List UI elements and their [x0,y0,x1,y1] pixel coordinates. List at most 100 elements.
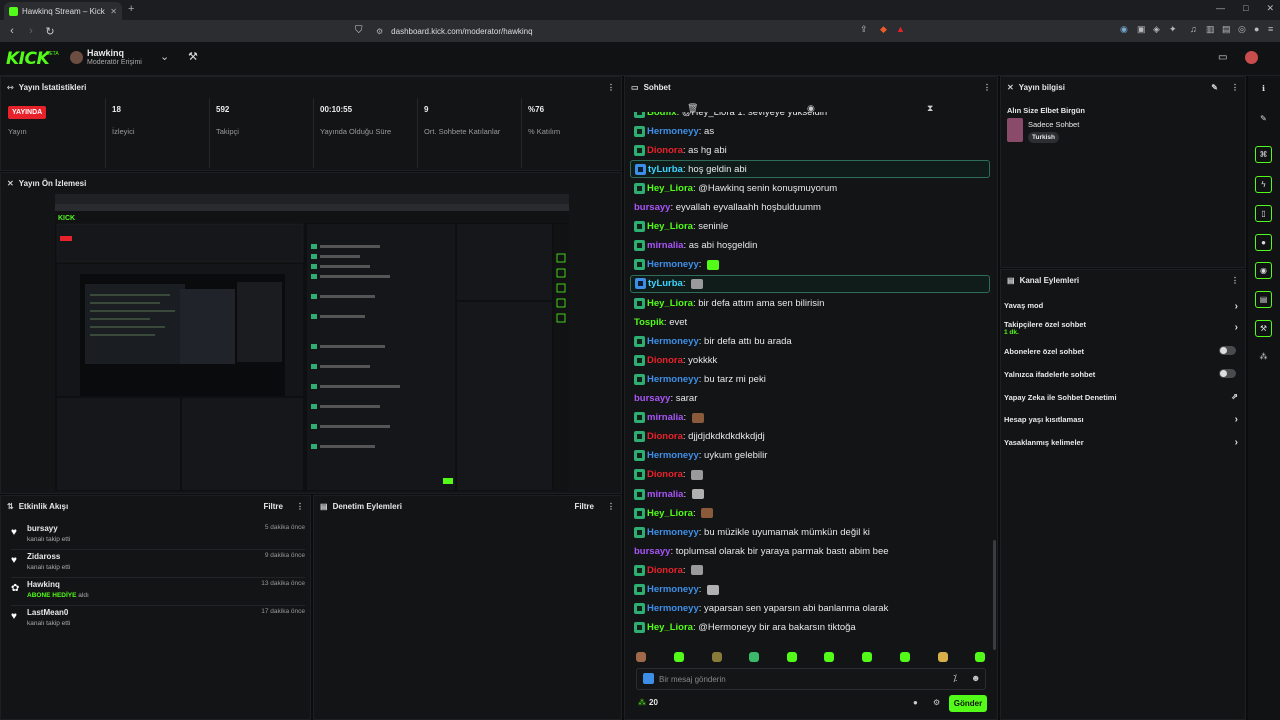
chat-username[interactable]: mirnalia [647,489,683,500]
followers-only-row[interactable]: Takipçilere özel sohbet 1 dk. › [1004,319,1240,339]
site-info-icon[interactable]: ⚙ [376,27,383,36]
user-avatar[interactable] [1245,51,1258,64]
chat-message[interactable]: Dionora: [634,466,704,484]
share-icon[interactable]: ⇪ [860,24,868,35]
lightning-icon[interactable]: ϟ [1255,176,1272,193]
chat-message[interactable]: Hey_Liora: [634,504,714,522]
stream-preview-video[interactable]: KICK [55,194,569,491]
layout-icon[interactable]: ▭ [1218,52,1227,63]
activity-filter-button[interactable]: Filtre [263,502,283,511]
chat-message[interactable]: Tospik: evet [634,313,687,331]
chat-message[interactable]: Hermoneyy: [634,256,720,274]
rewards-icon[interactable]: ▲ [896,24,905,34]
emote-3[interactable] [712,652,722,662]
chat-username[interactable]: bursayy [634,546,670,557]
chat-message[interactable]: Hey_Liora: seninle [634,218,728,236]
ai-moderation-row[interactable]: Yapay Zeka ile Sohbet Denetimi ⇗ [1004,389,1240,409]
chat-username[interactable]: Hermoneyy [647,336,699,347]
chat-rules-icon[interactable]: ● [913,698,918,707]
banned-words-row[interactable]: Yasaklanmış kelimeler › [1004,434,1240,454]
activity-more-icon[interactable]: ⋮ [296,502,304,511]
chat-username[interactable]: Dionora [647,431,683,442]
chat-username[interactable]: tyLurba [648,278,683,289]
chat-message[interactable]: Dionora: [634,561,704,579]
slow-mode-row[interactable]: Yavaş mod › [1004,298,1240,318]
chat-emote-icon[interactable] [691,412,704,423]
chat-username[interactable]: Hermoneyy [647,603,699,614]
emote-only-toggle[interactable] [1219,369,1236,378]
chat-input-box[interactable]: ⁒ ☻ [636,668,986,690]
emote-5[interactable] [787,652,797,662]
chat-emote-icon[interactable] [691,489,704,499]
edit-pencil-icon[interactable]: ✎ [1255,110,1272,127]
chat-scrollbar[interactable] [993,540,996,650]
chat-username[interactable]: mirnalia [647,240,683,251]
chat-message[interactable]: Dionora: as hg abi [634,141,727,159]
chat-username[interactable]: Dionora [647,565,683,576]
chat-username[interactable]: Hermoneyy [647,584,699,595]
chat-message[interactable]: bursayy: toplumsal olarak bir yaraya par… [634,542,889,560]
chat-username[interactable]: Hermoneyy [647,374,699,385]
edit-pencil-icon[interactable]: ✎ [1211,83,1218,92]
chat-message[interactable]: mirnalia: [634,409,704,427]
chat-message-input[interactable] [659,673,939,686]
emoji-icon[interactable]: ☻ [971,673,980,683]
chat-emote-icon[interactable] [691,469,704,480]
emote-10[interactable] [975,652,985,662]
chat-message[interactable]: Dionora: yokkkk [634,351,717,369]
chat-message[interactable]: bursayy: sarar [634,390,697,408]
back-icon[interactable]: ‹ [5,25,19,37]
chat-username[interactable]: tyLurba [648,164,683,175]
close-tab-icon[interactable]: ✕ [110,7,117,16]
stats-more-icon[interactable]: ⋮ [607,83,615,92]
chat-emote-icon[interactable] [691,278,704,289]
brave-shield-icon[interactable]: ◆ [880,24,887,35]
vpn-icon[interactable]: ◎ [1238,24,1246,35]
chat-username[interactable]: Hey_Liora [647,622,693,633]
chat-emote-icon[interactable] [707,259,720,270]
chat-message[interactable]: Hermoneyy: bir defa attı bu arada [634,332,792,350]
stream-info-more-icon[interactable]: ⋮ [1231,83,1239,92]
chat-username[interactable]: Dionora [647,145,683,156]
close-window-button[interactable]: ✕ [1266,3,1274,14]
emote-2[interactable] [674,652,684,662]
browser-tab[interactable]: Hawkinq Stream – Kick Dashb… ✕ [4,2,122,20]
bookmark-icon[interactable]: ⛉ [355,25,363,36]
chat-emote-icon[interactable] [707,584,720,595]
channel-switch-chevron-down-icon[interactable]: ⌄ [160,50,169,63]
wallet-icon[interactable]: ▤ [1222,24,1231,35]
chat-username[interactable]: mirnalia [647,412,683,423]
chat-message[interactable]: tyLurba: hoş geldin abi [630,160,990,179]
chat-username[interactable]: Dionora [647,355,683,366]
channel-points[interactable]: 20 [649,698,658,707]
emote-8[interactable] [900,652,910,662]
emote-4[interactable] [749,652,759,662]
chat-username[interactable]: Bodfix [647,112,677,118]
send-button[interactable]: Gönder [949,695,987,712]
chat-message[interactable]: Hermoneyy: bu müzikle uyumamak mümkün de… [634,523,870,541]
chat-message[interactable]: Hermoneyy: yaparsan sen yaparsın abi ban… [634,600,888,618]
chat-username[interactable]: Hey_Liora [647,508,693,519]
minimize-button[interactable]: — [1216,3,1225,14]
emote-7[interactable] [862,652,872,662]
menu-icon[interactable]: ≡ [1268,24,1273,34]
tool-icon-1[interactable]: ⌘ [1255,146,1272,163]
chat-message[interactable]: Hermoneyy: uykum gelebilir [634,447,767,465]
extension-icon-3[interactable]: ◈ [1153,24,1160,35]
chat-emote-icon[interactable] [701,508,714,519]
chat-username[interactable]: Hermoneyy [647,126,699,137]
chat-message[interactable]: bursayy: eyvallah eyvallaahh hoşbulduumm [634,199,821,217]
chat-message[interactable]: Bodfix: @Hey_Liora 1. seviyeye yükseldin [634,112,827,121]
chat-username[interactable]: Hey_Liora [647,183,693,194]
chat-message[interactable]: Hermoneyy: [634,581,720,599]
kick-logo[interactable]: KICK [6,49,50,69]
sidebar-icon[interactable]: ▥ [1206,24,1215,35]
mod-actions-more-icon[interactable]: ⋮ [607,502,615,511]
profile-icon[interactable]: ● [1254,24,1259,34]
chat-message[interactable]: mirnalia: as abi hoşgeldin [634,237,757,255]
extension-icon[interactable]: ◉ [1120,24,1128,35]
account-age-row[interactable]: Hesap yaşı kısıtlaması › [1004,411,1240,431]
chat-message[interactable]: Hey_Liora: @Hermoneyy bir ara bakarsın t… [634,619,856,637]
broadcast-icon[interactable]: ◉ [1255,262,1272,279]
chat-message[interactable]: Hey_Liora: @Hawkinq senin konuşmuyorum [634,179,837,197]
